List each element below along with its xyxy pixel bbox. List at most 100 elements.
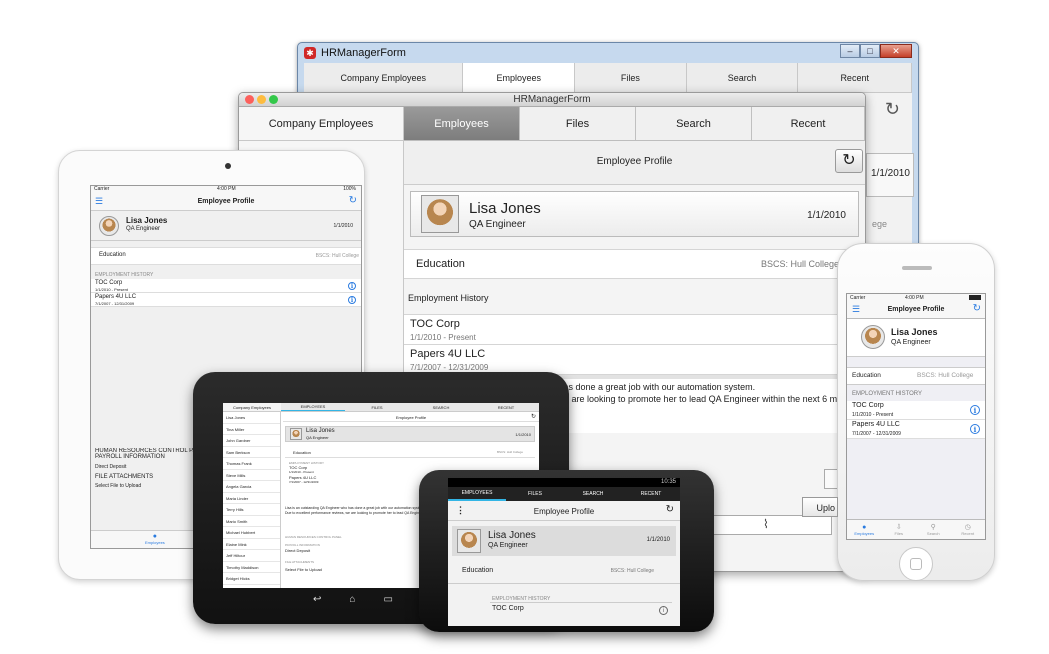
tab-files[interactable]: ⇩ Files — [882, 520, 917, 539]
tab-bar: Company Employees Employees Files Search… — [304, 63, 913, 93]
list-item[interactable]: Maria Linder — [223, 493, 280, 504]
carrier-text: Carrier — [94, 186, 110, 192]
tab-bar: EMPLOYEES FILES SEARCH RECENT — [448, 487, 680, 501]
history-row[interactable]: Papers 4U LLC 7/1/2007 - 12/31/2009 i — [847, 420, 985, 439]
info-icon[interactable]: i — [970, 405, 980, 415]
history-row[interactable]: Papers 4U LLC 7/1/2007 - 12/31/2009 i — [91, 293, 361, 307]
file-icon: ⇩ — [895, 524, 902, 531]
tab-search[interactable]: Search — [636, 107, 752, 140]
tab-files[interactable]: FILES — [506, 487, 564, 501]
tab-company-employees[interactable]: Company Employees — [304, 63, 464, 92]
employee-name: Lisa Jones — [306, 428, 335, 434]
minimize-dot[interactable] — [257, 95, 266, 104]
refresh-icon[interactable]: ↻ — [349, 195, 357, 206]
tab-company-employees[interactable]: Company Employees — [223, 403, 281, 411]
upload-button[interactable]: Uplo — [802, 497, 838, 517]
education-label: Education — [99, 252, 126, 258]
history-label: EMPLOYMENT HISTORY — [852, 391, 923, 397]
nav-title: Employee Profile — [887, 306, 945, 313]
tab-files[interactable]: FILES — [345, 403, 409, 411]
refresh-icon[interactable]: ↻ — [531, 413, 536, 422]
tab-employees[interactable]: EMPLOYEES — [448, 487, 506, 501]
iphone-device: Carrier 4:00 PM ☰ Employee Profile ↻ Lis… — [837, 243, 995, 581]
tab-search[interactable]: ⚲ Search — [916, 520, 951, 539]
tab-search[interactable]: SEARCH — [409, 403, 473, 411]
employee-title: QA Engineer — [306, 435, 329, 440]
list-item[interactable]: Elaine Mink — [223, 539, 280, 550]
tab-employees[interactable]: ● Employees — [847, 520, 882, 539]
info-icon[interactable]: i — [970, 424, 980, 434]
select-file-label: Select File to Upload — [95, 483, 142, 489]
user-icon: ● — [862, 523, 867, 531]
history-range: 1/1/2010 - Present — [95, 287, 128, 292]
tab-search[interactable]: SEARCH — [564, 487, 622, 501]
list-item[interactable]: Thomas Frank — [223, 458, 280, 470]
list-item[interactable]: Sam Berkson — [223, 447, 280, 458]
list-item[interactable]: John Gardner — [223, 435, 280, 447]
history-row[interactable]: Papers 4U LLC 7/1/2007 - 12/31/2009 — [404, 345, 865, 375]
list-item[interactable]: Terry Hills — [223, 504, 280, 516]
list-item[interactable]: Jeff Hiltour — [223, 550, 280, 562]
history-row[interactable]: TOC Corp i — [490, 602, 672, 618]
list-item[interactable]: Bridget Hicks — [223, 573, 280, 585]
close-dot[interactable] — [245, 95, 254, 104]
list-item[interactable]: Angela Garcia — [223, 481, 280, 493]
tab-employees[interactable]: Employees — [404, 107, 520, 140]
history-label: Employment History — [408, 293, 489, 303]
profile-header: Employee Profile ↻ — [283, 413, 539, 422]
tab-employees[interactable]: ● Employees — [145, 533, 165, 545]
history-row[interactable]: TOC Corp 1/1/2010 - Present — [404, 315, 865, 345]
history-company: TOC Corp — [852, 402, 884, 409]
education-label: Education — [852, 372, 881, 379]
home-icon[interactable]: ⌂ — [349, 594, 355, 605]
info-icon[interactable]: i — [348, 296, 356, 304]
refresh-icon[interactable]: ↻ — [973, 303, 981, 314]
history-row[interactable]: TOC Corp 1/1/2010 - Present i — [91, 279, 361, 293]
tab-recent[interactable]: Recent — [798, 63, 913, 92]
education-value: BSCS: Hull College — [496, 450, 523, 454]
list-item[interactable]: Mario Smith — [223, 516, 280, 527]
refresh-icon[interactable]: ↻ — [885, 99, 900, 120]
tab-files[interactable]: Files — [575, 63, 687, 92]
refresh-button[interactable]: ↻ — [835, 149, 863, 173]
window-titlebar: HRManagerForm — [239, 93, 865, 107]
list-item[interactable]: Michael Hubbert — [223, 527, 280, 539]
back-icon[interactable]: ↩ — [313, 594, 321, 605]
recents-icon[interactable]: ▭ — [383, 594, 392, 605]
maximize-button[interactable]: □ — [860, 44, 880, 58]
tab-search[interactable]: Search — [687, 63, 799, 92]
education-row: Education BSCS: Hull College — [448, 562, 680, 584]
close-button[interactable]: ✕ — [880, 44, 912, 58]
tab-employees[interactable]: Employees — [463, 63, 576, 92]
history-range: 1/1/2010 - Present — [410, 333, 476, 342]
history-list[interactable]: TOC Corp 1/1/2010 - Present Papers 4U LL… — [289, 465, 318, 485]
tab-recent[interactable]: RECENT — [473, 403, 539, 411]
history-company: Papers 4U LLC — [852, 421, 900, 428]
employee-name: Lisa Jones — [469, 200, 541, 217]
list-item[interactable]: Timothy Maddison — [223, 562, 280, 573]
list-item[interactable]: Steve Mills — [223, 470, 280, 481]
minimize-button[interactable]: – — [840, 44, 860, 58]
history-row[interactable]: TOC Corp 1/1/2010 - Present i — [847, 401, 985, 420]
tab-files[interactable]: Files — [520, 107, 636, 140]
tab-company-employees[interactable]: Company Employees — [239, 107, 403, 141]
education-row: Education BSCS: Hull College — [91, 247, 361, 265]
tab-employees[interactable]: EMPLOYEES — [281, 403, 345, 411]
nav-title: Employee Profile — [197, 198, 255, 205]
info-icon[interactable]: i — [348, 282, 356, 290]
tab-recent[interactable]: Recent — [752, 107, 865, 140]
list-item[interactable]: Tina Miller — [223, 424, 280, 435]
education-label: Education — [293, 450, 311, 455]
tab-recent[interactable]: RECENT — [622, 487, 680, 501]
zoom-dot[interactable] — [269, 95, 278, 104]
education-value: BSCS: Hull College — [917, 372, 974, 379]
refresh-icon[interactable]: ↻ — [666, 504, 674, 515]
list-item[interactable]: Lisa Jones — [223, 412, 280, 424]
input-peek[interactable] — [824, 469, 838, 489]
status-bar: 10:35 — [448, 478, 680, 487]
home-button[interactable] — [899, 547, 933, 581]
file-path-input[interactable]: ⌇ — [704, 515, 832, 535]
history-range: 7/1/2007 - 12/31/2009 — [95, 301, 135, 306]
info-icon[interactable]: i — [659, 606, 668, 615]
tab-recent[interactable]: ◷ Recent — [951, 520, 986, 539]
